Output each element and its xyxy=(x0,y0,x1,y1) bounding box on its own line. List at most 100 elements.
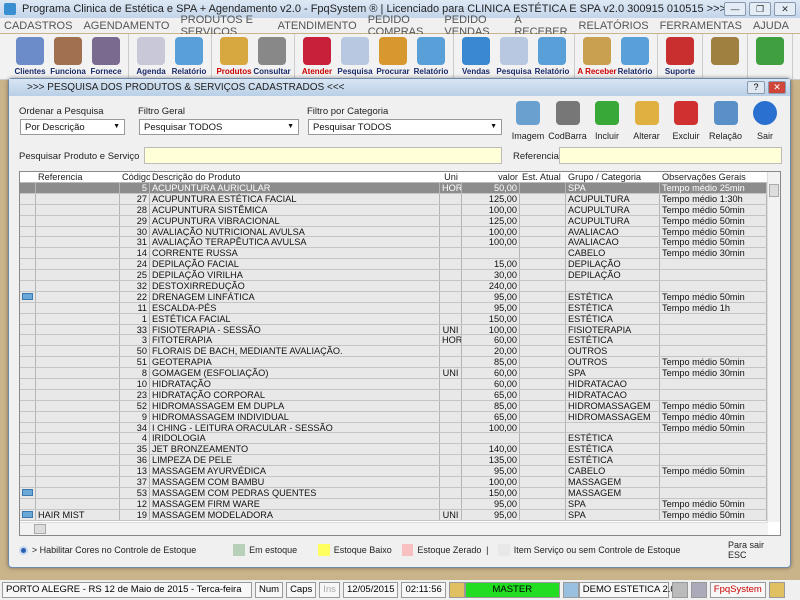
general-filter-select[interactable]: Pesquisar TODOS xyxy=(139,119,299,135)
menu-agendamento[interactable]: AGENDAMENTO xyxy=(83,20,169,32)
menu-ajuda[interactable]: AJUDA xyxy=(753,20,789,32)
table-row[interactable]: 9 HIDROMASSAGEM INDIVIDUAL 65,00 HIDROMASSA… xyxy=(20,411,780,423)
table-row[interactable]: HAIR MIST 19 MASSAGEM MODELADORA UNI 95,00 SP… xyxy=(20,509,780,521)
radio-icon[interactable] xyxy=(19,545,28,555)
cell-descric-a-o-do-produto: DESTOXIRREDUÇÃO xyxy=(150,281,440,291)
cell-indicator xyxy=(20,291,36,302)
toolbar-button-exit-door-icon[interactable] xyxy=(751,34,789,79)
column-header-co-digo[interactable]: Código xyxy=(120,172,150,182)
toolbar-button-relato-rio[interactable]: Relatório xyxy=(533,34,571,79)
column-header-uni[interactable]: Uni xyxy=(440,172,462,182)
cell-uni xyxy=(440,444,462,455)
toolbar-button-atender[interactable]: Atender xyxy=(298,34,336,79)
column-header-descric-a-o-do-produto[interactable]: Descrição do Produto xyxy=(150,172,440,182)
table-row[interactable]: 22 DRENAGEM LINFÁTICA 95,00 ESTÉTICA Tempo m… xyxy=(20,291,780,303)
toolbar-button-relato-rio[interactable]: Relatório xyxy=(412,34,450,79)
toolbar-button-pesquisa[interactable]: Pesquisa xyxy=(336,34,374,79)
toolbar-button-pesquisa[interactable]: Pesquisa xyxy=(495,34,533,79)
table-row[interactable]: 34 I CHING - LEITURA ORACULAR - SESSÃO 100… xyxy=(20,422,780,434)
maximize-button[interactable]: ❐ xyxy=(749,2,771,16)
table-row[interactable]: 28 ACUPUNTURA SISTÊMICA 100,00 ACUPULTURA Te… xyxy=(20,204,780,216)
table-row[interactable]: 10 HIDRATAÇÃO 60,00 HIDRATACAO xyxy=(20,379,780,390)
table-row[interactable]: 25 DEPILAÇÃO VIRILHA 30,00 DEPILAÇÃO xyxy=(20,270,780,282)
horizontal-scrollbar[interactable] xyxy=(20,522,768,535)
close-dialog-button[interactable]: ✕ xyxy=(768,81,786,94)
table-row[interactable]: 13 MASSAGEM AYURVÉDICA 95,00 CABELO Tempo mé… xyxy=(20,466,780,478)
table-row[interactable]: 52 HIDROMASSAGEM EM DUPLA 85,00 HIDROMASSAG… xyxy=(20,400,780,412)
column-header-valor[interactable]: valor xyxy=(462,172,520,182)
column-header-referencia[interactable]: Referencia xyxy=(36,172,120,182)
table-row[interactable]: 37 MASSAGEM COM BAMBU 100,00 MASSAGEM xyxy=(20,477,780,488)
toolbar-button-clientes[interactable]: Clientes xyxy=(11,34,49,79)
column-header-grupo-categoria[interactable]: Grupo / Categoria xyxy=(566,172,660,182)
toolbar-button-relato-rio[interactable]: Relatório xyxy=(616,34,654,79)
toolbar-button-coin-icon[interactable] xyxy=(706,34,744,79)
sair-button[interactable]: Sair xyxy=(745,101,785,141)
menu-ferramentas[interactable]: FERRAMENTAS xyxy=(660,20,742,32)
column-header-est-atual[interactable]: Est. Atual xyxy=(520,172,566,182)
help-button[interactable]: ? xyxy=(747,81,765,94)
toolbar-button-procurar[interactable]: Procurar xyxy=(374,34,412,79)
codbarra-button[interactable]: CodBarra xyxy=(548,101,588,141)
toolbar-button-agenda[interactable]: Agenda xyxy=(132,34,170,79)
cell-observac-o-es-gerais: Tempo médio 50min xyxy=(660,204,767,215)
table-row[interactable]: 31 AVALIAÇÃO TERAPÊUTICA AVULSA 100,00 AVAL… xyxy=(20,237,780,249)
reference-input[interactable] xyxy=(559,147,782,164)
imagem-button[interactable]: Imagem xyxy=(508,101,548,141)
low-stock-swatch xyxy=(317,544,330,556)
cell-valor: 95,00 xyxy=(462,291,520,302)
table-row[interactable]: 36 LIMPEZA DE PELE 135,00 ESTÉTICA xyxy=(20,455,780,467)
cell-valor: 100,00 xyxy=(462,477,520,487)
vertical-scrollbar[interactable] xyxy=(767,172,780,522)
table-row[interactable]: 23 HIDRATAÇÃO CORPORAL 65,00 HIDRATACAO xyxy=(20,389,780,401)
table-row[interactable]: 12 MASSAGEM FIRM WARE 95,00 SPA Tempo médio … xyxy=(20,498,780,510)
printer-icon[interactable] xyxy=(671,582,688,598)
search-input[interactable] xyxy=(144,147,502,164)
enable-colors-label[interactable]: > Habilitar Cores no Controle de Estoque xyxy=(32,545,233,555)
table-row[interactable]: 11 ESCALDA-PÉS 95,00 ESTÉTICA Tempo médio 1h xyxy=(20,302,780,314)
table-row[interactable]: 8 GOMAGEM (ESFOLIAÇÃO) UNI 60,00 SPA Tempo mé… xyxy=(20,368,780,380)
table-row[interactable]: 14 CORRENTE RUSSA CABELO Tempo médio 30min xyxy=(20,248,780,260)
barcode-icon xyxy=(258,37,286,65)
table-row[interactable]: 4 IRIDOLOGIA ESTÉTICA xyxy=(20,433,780,445)
table-row[interactable]: 5 ACUPUNTURA AURICULAR HOR 50,00 SPA Tempo mé… xyxy=(20,183,780,194)
menu-relato-rios[interactable]: RELATÓRIOS xyxy=(579,20,649,32)
table-row[interactable]: 30 AVALIAÇÃO NUTRICIONAL AVULSA 100,00 AVAL… xyxy=(20,226,780,238)
toolbar-button-a-receber[interactable]: A Receber xyxy=(577,34,617,79)
table-row[interactable]: 33 FISIOTERAPIA - SESSÃO UNI 100,00 FISIOTER… xyxy=(20,324,780,336)
toolbar-button-relato-rio[interactable]: Relatório xyxy=(170,34,208,79)
table-row[interactable]: 27 ACUPUNTURA ESTÉTICA FACIAL 125,00 ACUPUL… xyxy=(20,193,780,205)
order-select[interactable]: Por Descrição xyxy=(20,119,125,135)
menu-atendimento[interactable]: ATENDIMENTO xyxy=(278,20,357,32)
toolbar-button-consultar[interactable]: Consultar xyxy=(253,34,291,79)
menu-cadastros[interactable]: CADASTROS xyxy=(4,20,72,32)
column-header-indicator[interactable] xyxy=(20,172,36,182)
cell-est-atual xyxy=(520,335,566,346)
close-window-button[interactable]: ✕ xyxy=(774,2,796,16)
table-row[interactable]: 24 DEPILAÇÃO FACIAL 15,00 DEPILAÇÃO xyxy=(20,259,780,271)
table-row[interactable]: 3 FITOTERAPIA HOR 60,00 ESTÉTICA xyxy=(20,335,780,347)
toolbar-button-produtos[interactable]: Produtos xyxy=(215,34,253,79)
incluir-button[interactable]: Incluir xyxy=(587,101,627,141)
table-row[interactable]: 35 JET BRONZEAMENTO 140,00 ESTÉTICA xyxy=(20,444,780,456)
table-row[interactable]: 29 ACUPUNTURA VIBRACIONAL 125,00 ACUPULTURA… xyxy=(20,215,780,227)
alterar-button[interactable]: Alterar xyxy=(627,101,667,141)
toolbar-button-funciona[interactable]: Funciona xyxy=(49,34,87,79)
table-row[interactable]: 32 DESTOXIRREDUÇÃO 240,00 xyxy=(20,281,780,292)
relac-a-o-button[interactable]: Relação xyxy=(706,101,746,141)
status-bar: PORTO ALEGRE - RS 12 de Maio de 2015 - T… xyxy=(0,580,800,600)
network-icon[interactable] xyxy=(690,582,707,598)
table-row[interactable]: 51 GEOTERAPIA 85,00 OUTROS Tempo médio 50min xyxy=(20,357,780,369)
toolbar-button-vendas[interactable]: Vendas xyxy=(457,34,495,79)
minimize-button[interactable]: — xyxy=(724,2,746,16)
table-row[interactable]: 1 ESTÉTICA FACIAL 150,00 ESTÉTICA xyxy=(20,313,780,325)
toolbar-button-suporte[interactable]: Suporte xyxy=(661,34,699,79)
category-filter-select[interactable]: Pesquisar TODOS xyxy=(308,119,502,135)
table-row[interactable]: 50 FLORAIS DE BACH, MEDIANTE AVALIAÇÃO. 20… xyxy=(20,346,780,358)
cell-indicator xyxy=(20,368,36,379)
column-header-observac-o-es-gerais[interactable]: Observações Gerais xyxy=(660,172,767,182)
cell-indicator xyxy=(20,281,36,291)
toolbar-button-fornece[interactable]: Fornece xyxy=(87,34,125,79)
table-row[interactable]: 53 MASSAGEM COM PEDRAS QUENTES 150,00 MASSA… xyxy=(20,487,780,499)
excluir-button[interactable]: Excluir xyxy=(666,101,706,141)
